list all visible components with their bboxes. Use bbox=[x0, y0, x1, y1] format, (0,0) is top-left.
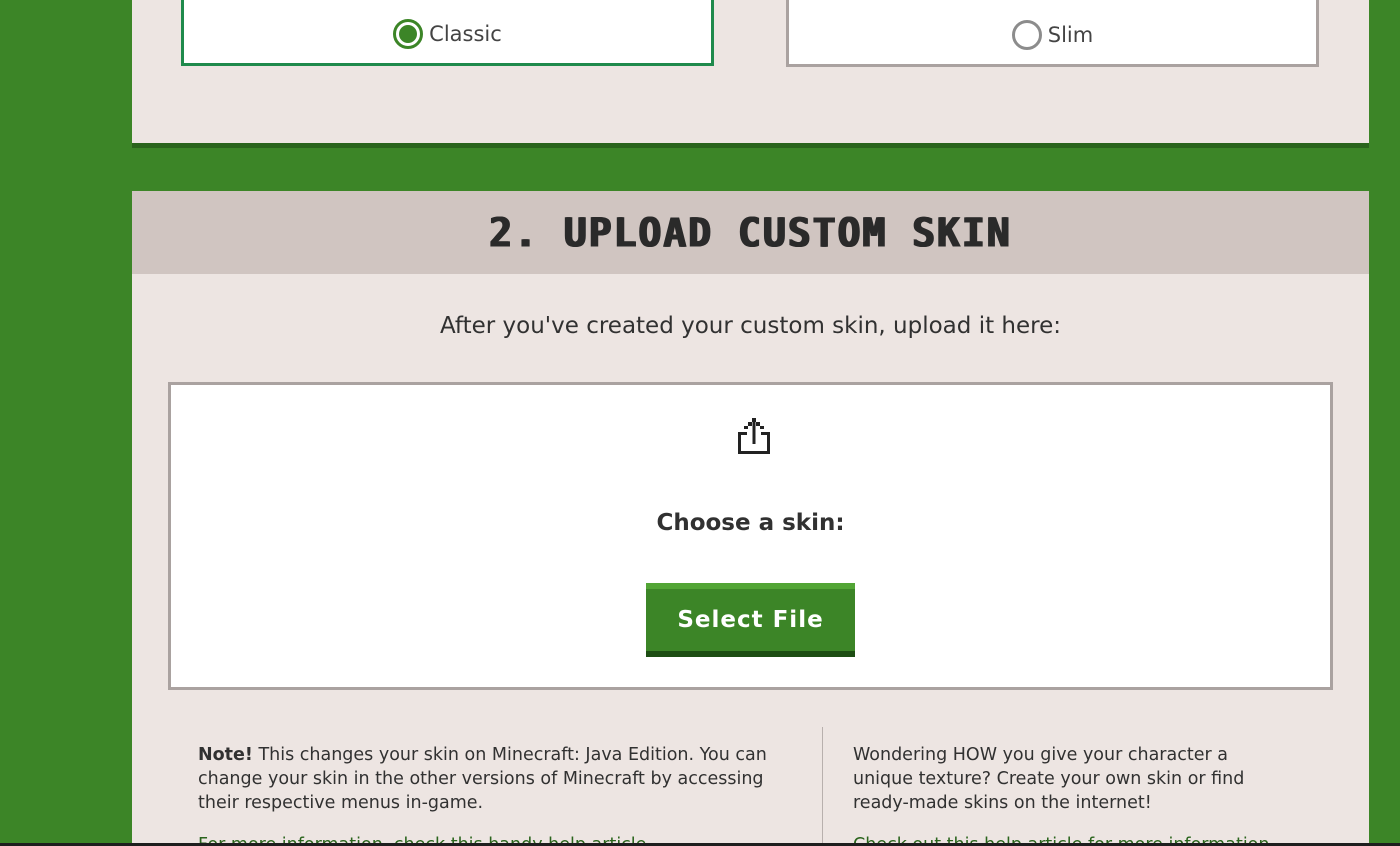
note-right: Wondering HOW you give your character a … bbox=[853, 743, 1283, 846]
note-right-text: Wondering HOW you give your character a … bbox=[853, 745, 1245, 813]
radio-unselected-icon[interactable] bbox=[1011, 19, 1042, 50]
note-bold-label: Note! bbox=[198, 745, 253, 765]
radio-option-slim[interactable]: Slim bbox=[786, 0, 1319, 67]
radio-selected-icon[interactable] bbox=[393, 19, 424, 49]
choose-skin-label: Choose a skin: bbox=[656, 510, 845, 536]
file-dropzone[interactable]: Choose a skin: Select File bbox=[168, 382, 1333, 690]
select-file-button[interactable]: Select File bbox=[646, 583, 855, 657]
note-left: Note! This changes your skin on Minecraf… bbox=[198, 743, 798, 846]
radio-label-classic: Classic bbox=[429, 22, 502, 46]
notes-divider bbox=[822, 727, 823, 846]
note-left-body: This changes your skin on Minecraft: Jav… bbox=[198, 745, 767, 813]
upload-icon bbox=[738, 418, 770, 454]
upload-header: 2. Upload Custom Skin bbox=[132, 191, 1369, 274]
note-left-text: Note! This changes your skin on Minecraf… bbox=[198, 743, 798, 815]
upload-skin-card: 2. Upload Custom Skin After you've creat… bbox=[132, 191, 1369, 846]
radio-option-classic[interactable]: Classic bbox=[181, 0, 714, 66]
upload-intro-text: After you've created your custom skin, u… bbox=[440, 313, 1061, 339]
skin-model-card: Classic Slim bbox=[132, 0, 1369, 148]
upload-title: 2. Upload Custom Skin bbox=[489, 209, 1012, 256]
radio-label-slim: Slim bbox=[1047, 22, 1094, 47]
